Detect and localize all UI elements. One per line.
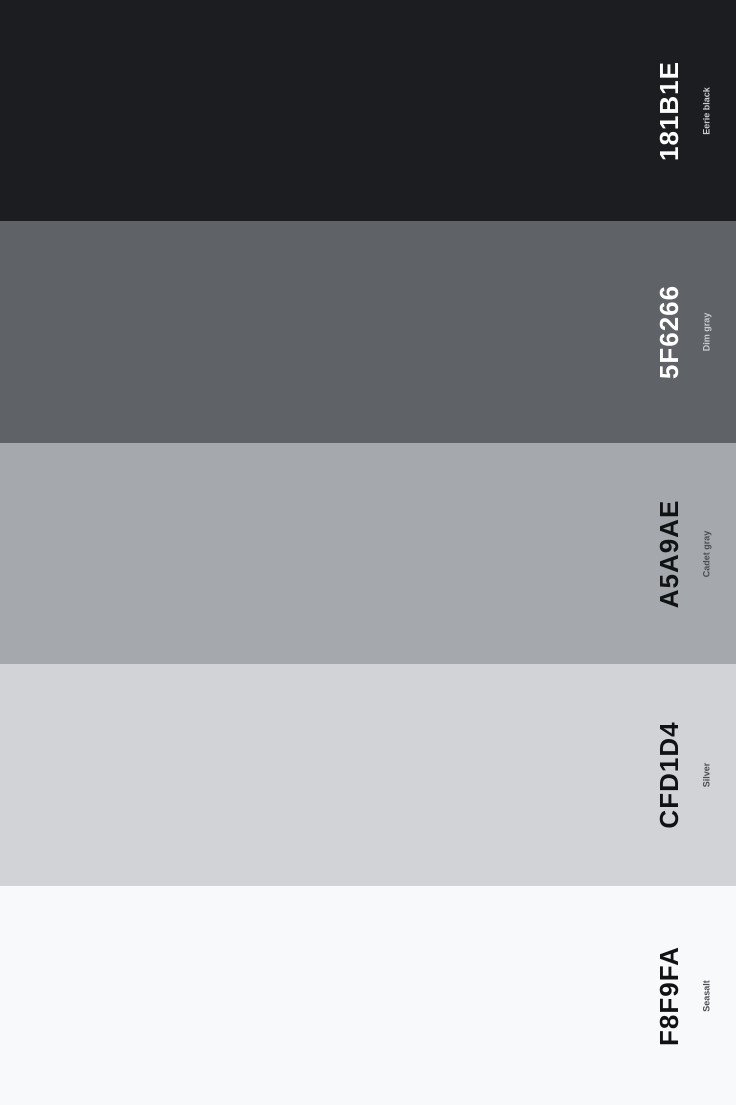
swatch-hex-code: F8F9FA bbox=[654, 945, 684, 1046]
swatch-dim-gray: 5F6266 Dim gray bbox=[0, 221, 736, 443]
swatch-seasalt: F8F9FA Seasalt bbox=[0, 886, 736, 1105]
swatch-color-name: Dim gray bbox=[701, 312, 712, 352]
swatch-hex-code: A5A9AE bbox=[654, 499, 684, 608]
swatch-color-name: Eerie black bbox=[701, 86, 712, 135]
swatch-color-name: Silver bbox=[701, 762, 712, 788]
swatch-hex-code: CFD1D4 bbox=[654, 721, 684, 829]
swatch-hex-code: 181B1E bbox=[654, 60, 684, 161]
swatch-silver: CFD1D4 Silver bbox=[0, 664, 736, 886]
swatch-cadet-gray: A5A9AE Cadet gray bbox=[0, 443, 736, 664]
swatch-eerie-black: 181B1E Eerie black bbox=[0, 0, 736, 221]
swatch-hex-code: 5F6266 bbox=[654, 284, 684, 380]
swatch-color-name: Cadet gray bbox=[701, 530, 712, 577]
color-palette: 181B1E Eerie black 5F6266 Dim gray A5A9A… bbox=[0, 0, 736, 1105]
swatch-color-name: Seasalt bbox=[701, 979, 712, 1012]
